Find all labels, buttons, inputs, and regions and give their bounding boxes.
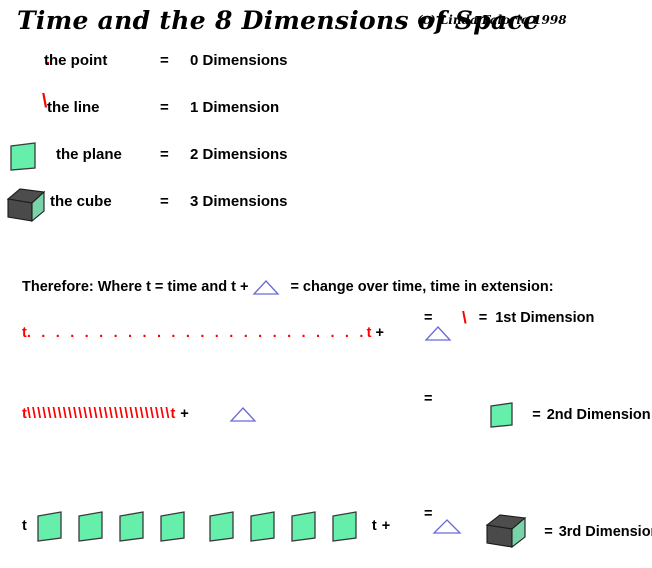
blue-triangle-icon [384,308,452,358]
eq3-result-label: 3rd Dimension [558,524,652,540]
green-plane-icon [330,508,362,544]
definition-label: the point [44,52,108,69]
eq1-result-label: 1st Dimension [495,310,595,326]
definition-label: the cube [50,193,112,210]
eq2-plus: + [180,406,189,422]
eq3-plane-sequence [27,508,362,544]
definition-value: 1 Dimension [190,99,280,116]
green-plane-icon [456,384,518,446]
equals-sign: = [160,146,169,163]
definition-row-plane: the plane = 2 Dimensions [0,142,652,176]
eq3-t-end: t [371,518,377,534]
copyright-notice: (c) Linda Falorio 1998 [417,13,567,27]
eq1-equals: = [424,310,433,326]
definition-row-point: the point = 0 Dimensions [0,48,652,82]
blue-triangle-icon [189,389,257,439]
equals-sign: = [160,52,169,69]
eq3-equals: = [424,506,433,522]
green-plane-icon [248,508,280,544]
therefore-statement: Therefore: Where t = time and t + = chan… [22,278,554,296]
therefore-text-part2: = change over time, time in extension: [290,279,554,295]
definition-row-cube: the cube = 3 Dimensions [0,187,652,223]
equation-row-2: t \\\\\\\\\\\\\\\\\\\\\\\\\\\\ t + = = 2… [0,389,652,433]
eq2-result-label: 2nd Dimension [546,407,651,423]
definition-value: 0 Dimensions [190,52,288,69]
definition-label: the plane [56,146,122,163]
eq1-equals2: = [478,310,488,326]
blue-triangle-icon [252,278,280,296]
equals-sign: = [160,99,169,116]
gray-cube-icon [6,187,46,223]
eq2-slash-fill: \\\\\\\\\\\\\\\\\\\\\\\\\\\\ [26,406,171,422]
green-plane-icon [117,508,149,544]
green-plane-icon [8,140,48,174]
green-plane-icon [289,508,321,544]
therefore-text-part1: Therefore: Where t = time and t + [22,279,253,295]
equals-sign: = [160,193,169,210]
eq3-plus: + [381,518,391,534]
green-plane-icon [207,508,239,544]
green-plane-icon [35,508,67,544]
green-plane-icon [158,508,190,544]
equation-row-3: t t + = = 3rd Dimension [0,496,652,554]
eq1-plus: + [375,325,384,341]
definition-row-line: \ the line = 1 Dimension [0,91,652,129]
equation-row-1: t . . . . . . . . . . . . . . . . . . . … [0,308,652,352]
definition-value: 2 Dimensions [190,146,288,163]
eq2-equals2: = [532,407,541,423]
gray-cube-icon [452,496,532,568]
eq3-equals2: = [544,524,553,540]
eq2-equals: = [424,391,433,407]
eq1-dot-fill: . . . . . . . . . . . . . . . . . . . . … [26,325,367,341]
definition-label: the line [47,99,100,116]
definition-value: 3 Dimensions [190,193,288,210]
diagram-canvas: Time and the 8 Dimensions of Space (c) L… [0,0,652,557]
green-plane-icon [76,508,108,544]
